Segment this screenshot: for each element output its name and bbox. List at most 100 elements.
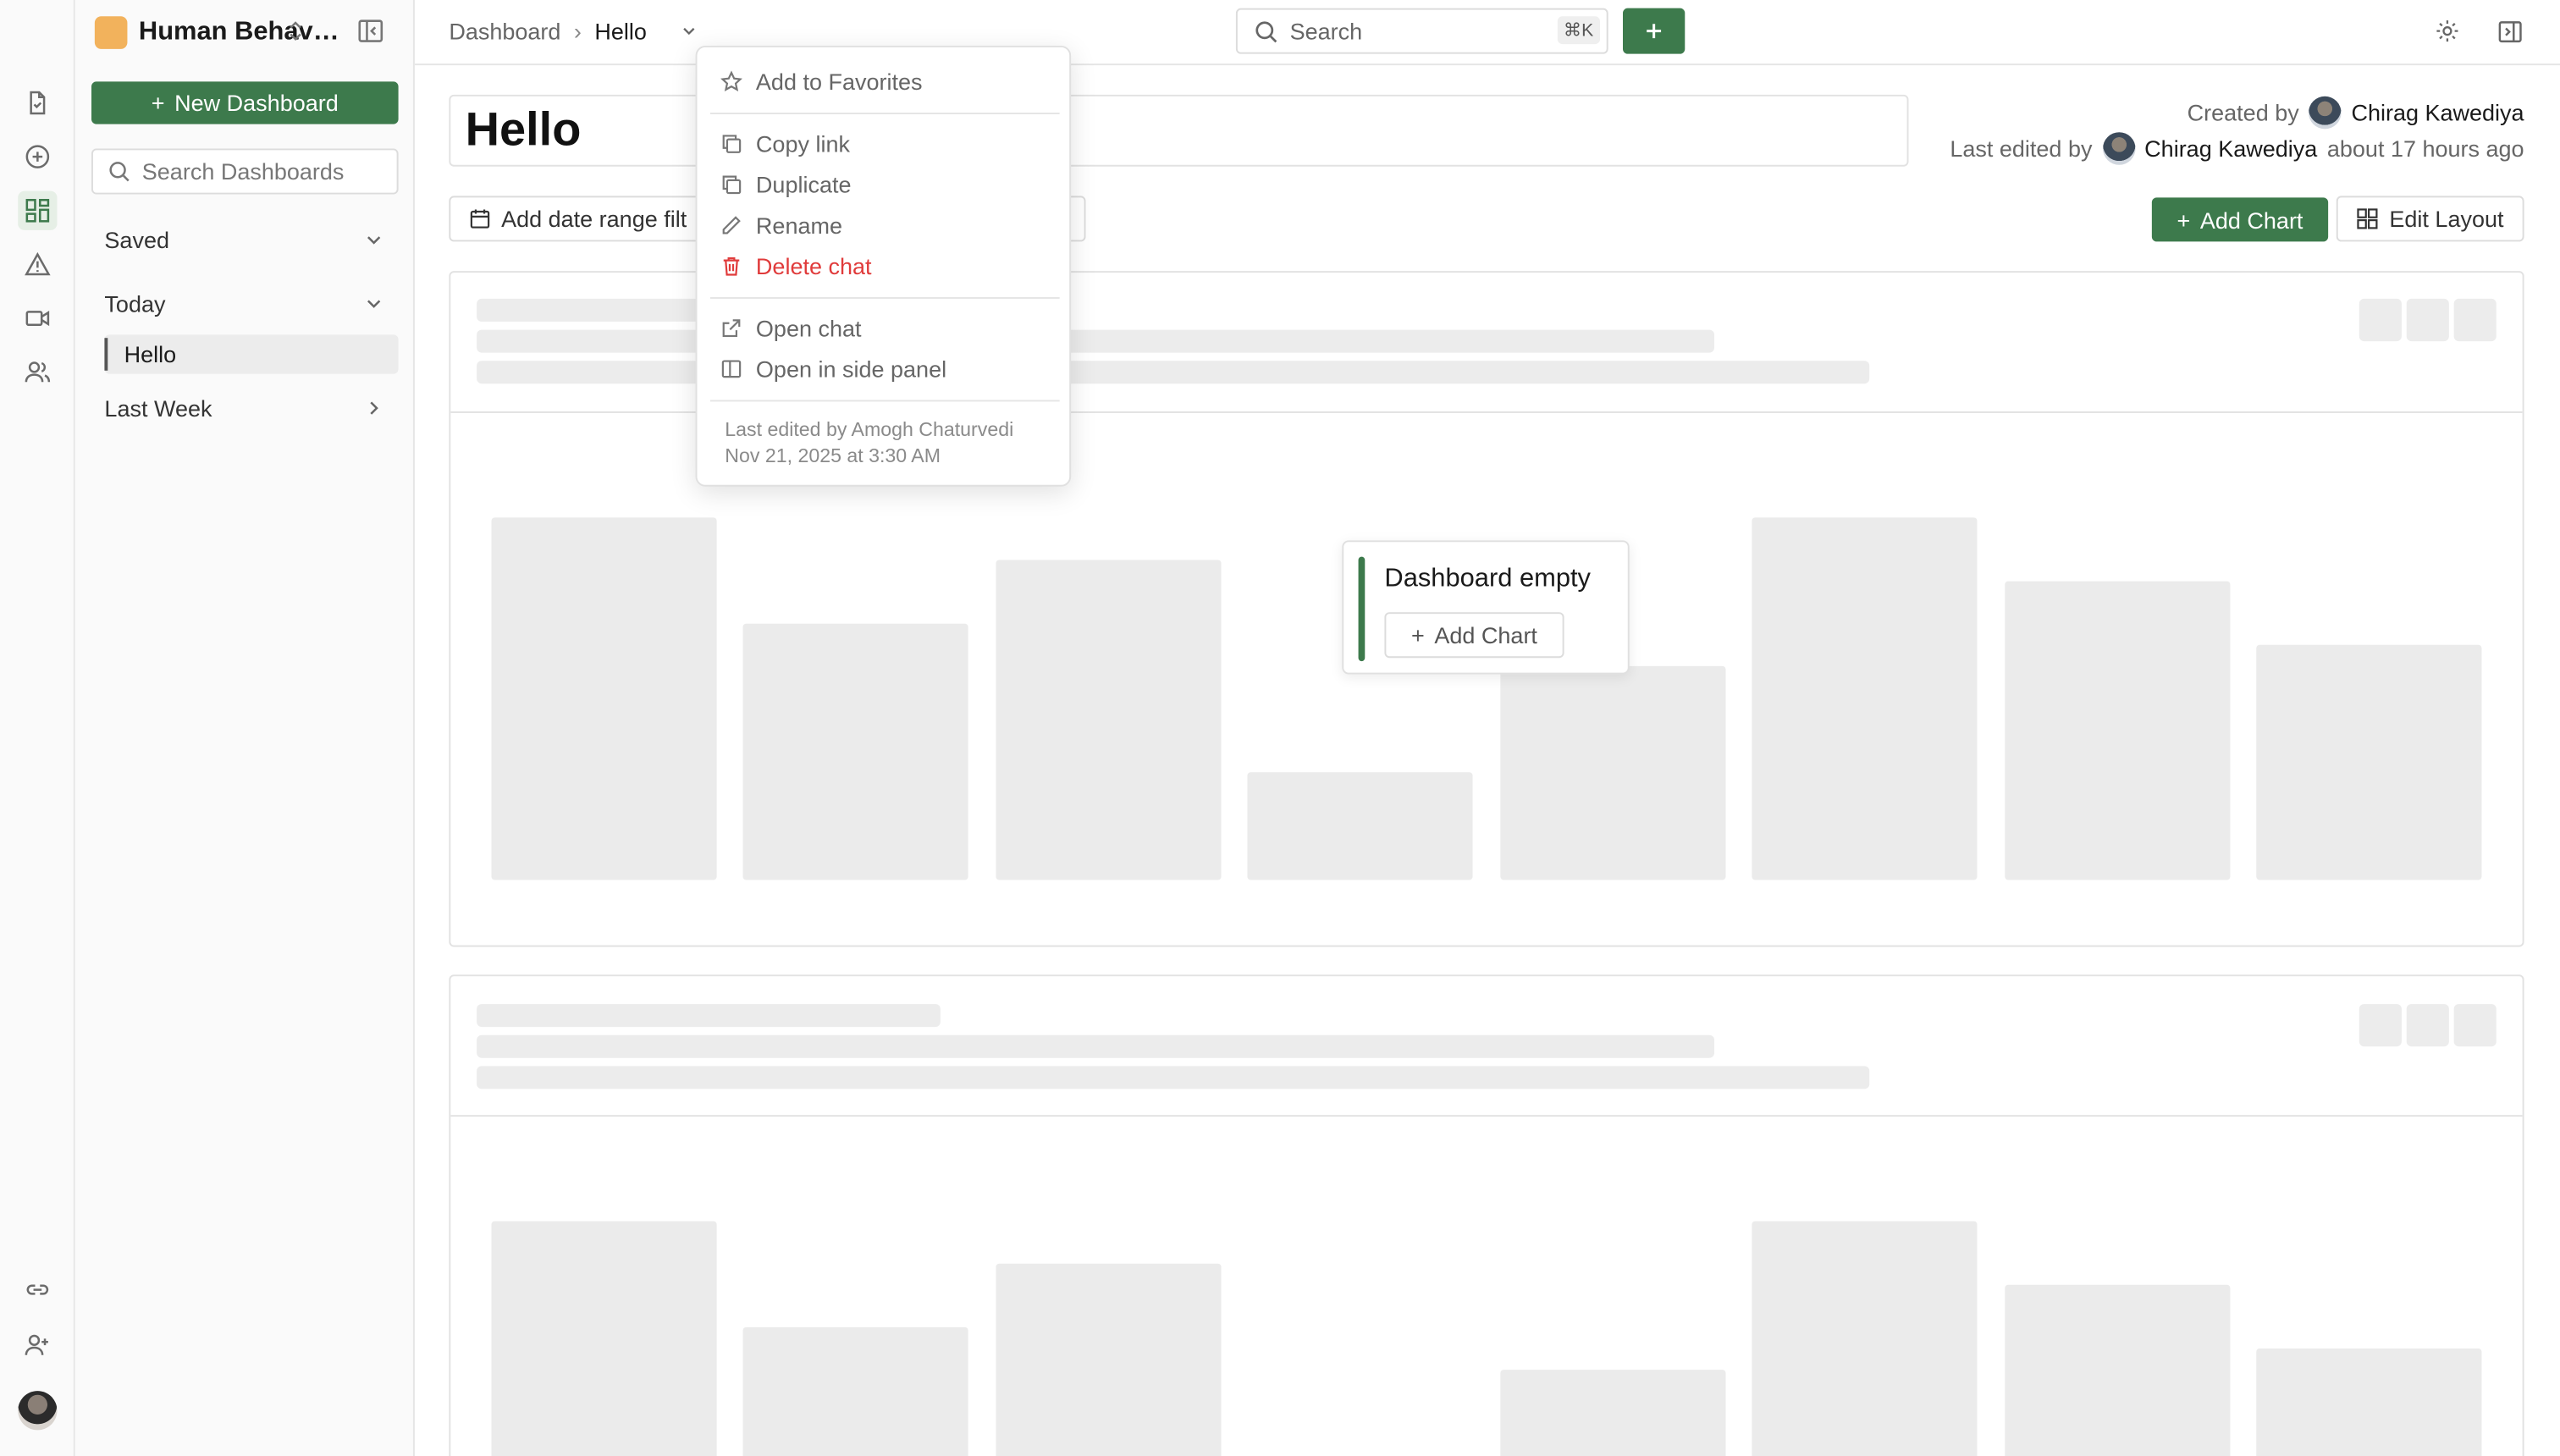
group-last-week[interactable]: Last Week (91, 389, 399, 427)
skeleton-bar (1500, 1370, 1726, 1456)
skeleton-button (2359, 1004, 2402, 1047)
plus-icon: + (2177, 206, 2191, 233)
skeleton-button (2406, 298, 2449, 342)
callout-accent (1358, 556, 1366, 662)
copy-icon (722, 135, 742, 153)
chevron-right-icon: › (573, 18, 582, 45)
skeleton-line (477, 1004, 941, 1028)
skeleton-bar (1752, 517, 1978, 880)
dashboard-title-field[interactable]: Hello (449, 94, 1909, 167)
edit-layout-label: Edit Layout (2389, 205, 2504, 232)
menu-item-label: Add to Favorites (755, 68, 923, 95)
editor-name[interactable]: Chirag Kawediya (2144, 135, 2317, 162)
edit-layout-button[interactable]: Edit Layout (2336, 196, 2524, 242)
chevron-up-down-icon[interactable] (284, 16, 307, 53)
video-icon[interactable] (18, 299, 57, 338)
sidebar-item-hello[interactable]: Hello (104, 334, 399, 374)
skeleton-bar (1752, 1221, 1978, 1456)
skeleton-bar (996, 560, 1222, 880)
breadcrumb-root[interactable]: Dashboard (449, 18, 560, 44)
new-dashboard-button[interactable]: + New Dashboard (91, 81, 399, 124)
user-avatar[interactable] (18, 1391, 58, 1431)
skeleton-bar (742, 1326, 968, 1456)
menu-item-label: Rename (755, 212, 842, 239)
group-today-label: Today (104, 290, 166, 317)
chevron-down-icon (367, 300, 381, 308)
add-user-icon[interactable] (18, 1326, 57, 1365)
menu-item-add-to-favorites[interactable]: Add to Favorites (720, 63, 923, 99)
search-shortcut: ⌘K (1557, 16, 1600, 45)
dashboards-sidebar: Human Behavi... + New Dashboard Saved To… (74, 0, 415, 1456)
empty-state-title: Dashboard empty (1384, 565, 1591, 593)
last-edited-label: Last edited by (1950, 135, 2093, 162)
search-icon (1255, 20, 1277, 42)
created-by-label: Created by (2187, 99, 2299, 126)
menu-item-rename[interactable]: Rename (720, 207, 842, 243)
empty-add-chart-button[interactable]: + Add Chart (1384, 612, 1564, 659)
plus-icon: + (151, 90, 165, 116)
menu-item-delete-chat[interactable]: Delete chat (720, 248, 872, 284)
menu-item-duplicate[interactable]: Duplicate (720, 167, 852, 202)
menu-item-label: Copy link (755, 130, 851, 157)
add-chart-button[interactable]: + Add Chart (2151, 197, 2329, 242)
skeleton-bar (491, 517, 717, 880)
add-chart-label: Add Chart (2199, 206, 2303, 233)
group-today[interactable]: Today (91, 284, 399, 323)
chart-placeholder-card (449, 974, 2524, 1456)
search-dashboards[interactable] (91, 148, 399, 195)
global-search-placeholder: Search (1289, 18, 1363, 45)
creator-avatar (2309, 96, 2342, 130)
skeleton-bar (2256, 644, 2482, 880)
plus-icon (1647, 24, 1662, 39)
skeleton-button (2359, 298, 2402, 342)
gear-icon[interactable] (2434, 18, 2460, 52)
skeleton-line (477, 1034, 1714, 1058)
skeleton-button (2453, 298, 2497, 342)
search-icon (109, 162, 130, 182)
chevron-down-icon[interactable] (679, 21, 698, 41)
trash-icon (723, 256, 740, 276)
skeleton-bar (2256, 1348, 2482, 1456)
last-edited-by: Last edited by Chirag Kawediya about 17 … (1950, 132, 2524, 165)
menu-item-label: Open chat (755, 315, 862, 342)
collapse-sidebar-icon[interactable] (356, 16, 385, 53)
breadcrumb-current[interactable]: Hello (594, 18, 647, 44)
creator-name[interactable]: Chirag Kawediya (2351, 100, 2524, 126)
users-icon[interactable] (18, 353, 57, 392)
menu-divider (709, 400, 1060, 402)
grid-layout-icon (2358, 208, 2379, 229)
icon-rail (0, 0, 75, 1456)
skeleton-bar (1247, 772, 1473, 880)
document-icon[interactable] (18, 83, 57, 122)
menu-item-open-in-side-panel[interactable]: Open in side panel (720, 351, 946, 387)
dashboard-empty-callout: Dashboard empty + Add Chart (1342, 540, 1630, 675)
add-circle-icon[interactable] (18, 137, 57, 176)
global-search[interactable]: Search ⌘K (1235, 8, 1608, 54)
menu-divider (709, 296, 1060, 299)
dashboard-icon[interactable] (18, 190, 58, 230)
new-dashboard-label: New Dashboard (174, 90, 339, 116)
link-icon[interactable] (18, 1270, 57, 1309)
skeleton-button (2406, 1004, 2449, 1047)
alert-icon[interactable] (18, 245, 57, 284)
menu-item-label: Open in side panel (755, 356, 947, 383)
search-dashboards-input[interactable] (141, 158, 388, 185)
create-button[interactable] (1622, 8, 1686, 54)
group-last-week-label: Last Week (104, 394, 212, 422)
plus-icon: + (1411, 621, 1425, 648)
menu-item-open-chat[interactable]: Open chat (720, 310, 862, 345)
skeleton-bar (491, 1221, 717, 1456)
empty-add-chart-label: Add Chart (1434, 621, 1537, 648)
date-range-filter-label: Add date range filt (501, 205, 687, 232)
group-saved[interactable]: Saved (91, 220, 399, 259)
skeleton-bar (1500, 665, 1726, 880)
skeleton-bar (742, 623, 968, 880)
star-icon (720, 70, 742, 92)
dashboard-options-menu: Add to Favorites Copy link Duplicate Ren… (695, 45, 1072, 487)
sidebar-item-label: Hello (124, 341, 177, 367)
pencil-icon (722, 216, 741, 234)
side-panel-toggle-icon[interactable] (2497, 18, 2524, 53)
menu-item-copy-link[interactable]: Copy link (720, 125, 850, 161)
editor-avatar (2102, 132, 2135, 165)
edited-time: about 17 hours ago (2326, 135, 2524, 162)
